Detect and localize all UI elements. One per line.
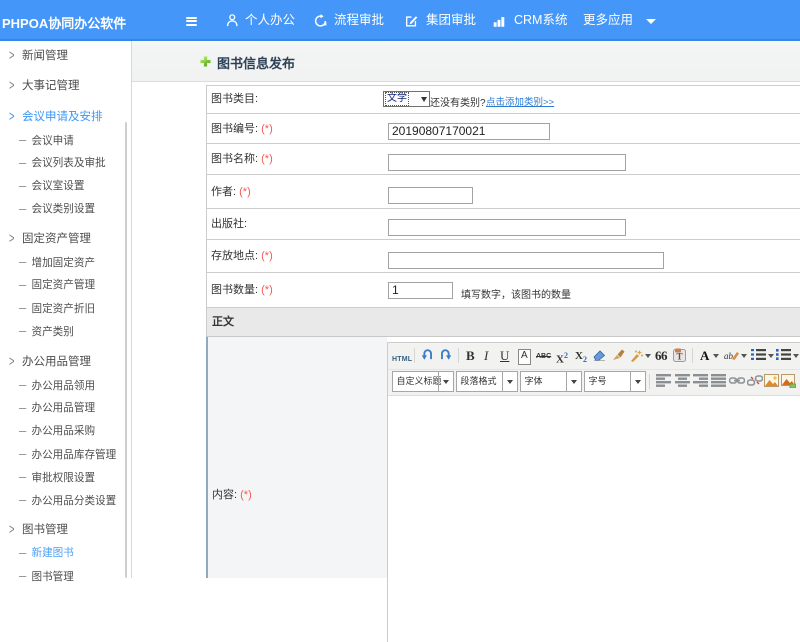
svg-text:T: T <box>676 352 682 362</box>
svg-text:ab: ab <box>724 351 734 361</box>
